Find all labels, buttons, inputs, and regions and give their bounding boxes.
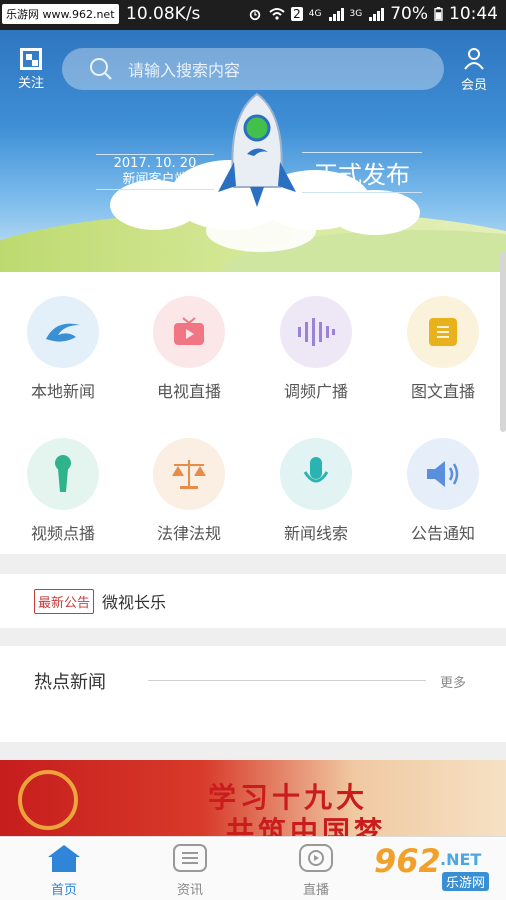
hot-news-section: 热点新闻 更多 <box>0 646 506 742</box>
radio-wave-icon <box>298 318 335 346</box>
local-news-icon <box>46 323 80 342</box>
network-3g-label: 3G <box>349 9 363 19</box>
scrollbar[interactable] <box>500 252 506 432</box>
feature-label: 电视直播 <box>156 382 221 401</box>
search-placeholder: 请输入搜索内容 <box>128 61 241 80</box>
banner-date-text: 2017. 10. 20 <box>113 156 197 171</box>
home-icon <box>48 845 80 872</box>
tab-home-label: 首页 <box>50 883 77 898</box>
battery-level: 70% <box>390 4 428 24</box>
article-icon <box>173 844 207 872</box>
emblem-icon <box>18 770 78 830</box>
feature-label: 调频广播 <box>283 382 348 401</box>
follow-button[interactable]: 关注 <box>12 48 50 91</box>
feature-label: 公告通知 <box>410 524 475 543</box>
document-icon <box>429 318 457 346</box>
banner-title: 正式发布 <box>302 152 422 193</box>
feature-news-tips[interactable]: 新闻线索 <box>253 438 379 544</box>
battery-icon <box>434 7 443 21</box>
feature-circle <box>280 438 352 510</box>
feature-circle <box>407 438 479 510</box>
feature-local-news[interactable]: 本地新闻 <box>0 296 126 402</box>
scale-icon <box>172 460 206 489</box>
search-icon <box>90 58 112 80</box>
alarm-icon <box>249 9 261 21</box>
cloud-decoration <box>330 190 420 235</box>
status-bar: 乐游网 www.962.net 10.08K/s 2 4G 3G 70% 10:… <box>0 0 506 30</box>
tab-info[interactable]: 资讯 <box>150 843 230 898</box>
more-link[interactable]: 更多 <box>440 672 466 691</box>
feature-label: 视频点播 <box>30 524 95 543</box>
sim-badge: 2 <box>291 7 303 21</box>
wifi-icon <box>269 8 285 20</box>
feature-laws[interactable]: 法律法规 <box>126 438 252 544</box>
feature-circle <box>27 438 99 510</box>
site-logo-watermark: 962 .NET 乐游网 <box>366 842 500 894</box>
notice-text: 微视长乐 <box>102 593 167 612</box>
search-input[interactable]: 请输入搜索内容 <box>62 48 444 90</box>
feature-label: 新闻线索 <box>283 524 348 543</box>
member-label: 会员 <box>460 78 487 93</box>
feature-announcements[interactable]: 公告通知 <box>380 438 506 544</box>
clock: 10:44 <box>449 4 498 24</box>
microphone-handheld-icon <box>55 455 71 492</box>
feature-grid: 本地新闻 电视直播 调频广播 图文直播 视频点播 法律法规 新闻线索 公告通知 <box>0 272 506 554</box>
top-bar: 关注 请输入搜索内容 会员 <box>0 30 506 104</box>
party-promo-banner[interactable]: 学习十九大 共筑中国梦 <box>0 760 506 836</box>
member-button[interactable]: 会员 <box>456 46 492 93</box>
tab-home[interactable]: 首页 <box>24 843 104 898</box>
speaker-icon <box>427 461 459 487</box>
banner-date: 2017. 10. 20 新闻客户端 <box>96 154 214 190</box>
feature-circle <box>407 296 479 368</box>
feature-video-on-demand[interactable]: 视频点播 <box>0 438 126 544</box>
microphone-icon <box>303 457 329 483</box>
play-icon <box>299 844 333 872</box>
hot-news-title: 热点新闻 <box>34 672 106 693</box>
feature-tv-live[interactable]: 电视直播 <box>126 296 252 402</box>
divider <box>148 680 426 681</box>
tv-icon <box>174 317 204 345</box>
watermark-cn: 乐游网 <box>442 872 490 891</box>
feature-text-live[interactable]: 图文直播 <box>380 296 506 402</box>
rocket-illustration <box>218 92 296 207</box>
tab-live[interactable]: 直播 <box>276 843 356 898</box>
watermark-number: 962 <box>374 842 441 880</box>
banner-subtitle: 新闻客户端 <box>122 172 188 187</box>
feature-label: 本地新闻 <box>30 382 95 401</box>
feature-circle <box>280 296 352 368</box>
feature-circle <box>153 296 225 368</box>
feature-circle <box>27 296 99 368</box>
watermark-net: .NET <box>440 850 482 869</box>
notice-tag: 最新公告 <box>34 588 95 614</box>
network-speed: 10.08K/s <box>126 4 201 24</box>
latest-notice[interactable]: 最新公告 微视长乐 <box>0 574 506 628</box>
network-4g-label: 4G <box>308 9 322 19</box>
signal-icon <box>328 8 344 21</box>
user-icon <box>464 48 484 70</box>
follow-label: 关注 <box>17 76 44 91</box>
tab-live-label: 直播 <box>302 883 329 898</box>
status-icons: 2 4G 3G 70% 10:44 <box>247 4 498 24</box>
feature-label: 法律法规 <box>156 524 221 543</box>
promo-line-2: 共筑中国梦 <box>226 815 387 836</box>
feature-circle <box>153 438 225 510</box>
feature-label: 图文直播 <box>410 382 475 401</box>
feature-fm-radio[interactable]: 调频广播 <box>253 296 379 402</box>
tab-info-label: 资讯 <box>176 883 203 898</box>
site-watermark: 乐游网 www.962.net <box>2 4 119 24</box>
qr-code-icon <box>20 48 42 70</box>
signal-icon-2 <box>369 8 385 21</box>
